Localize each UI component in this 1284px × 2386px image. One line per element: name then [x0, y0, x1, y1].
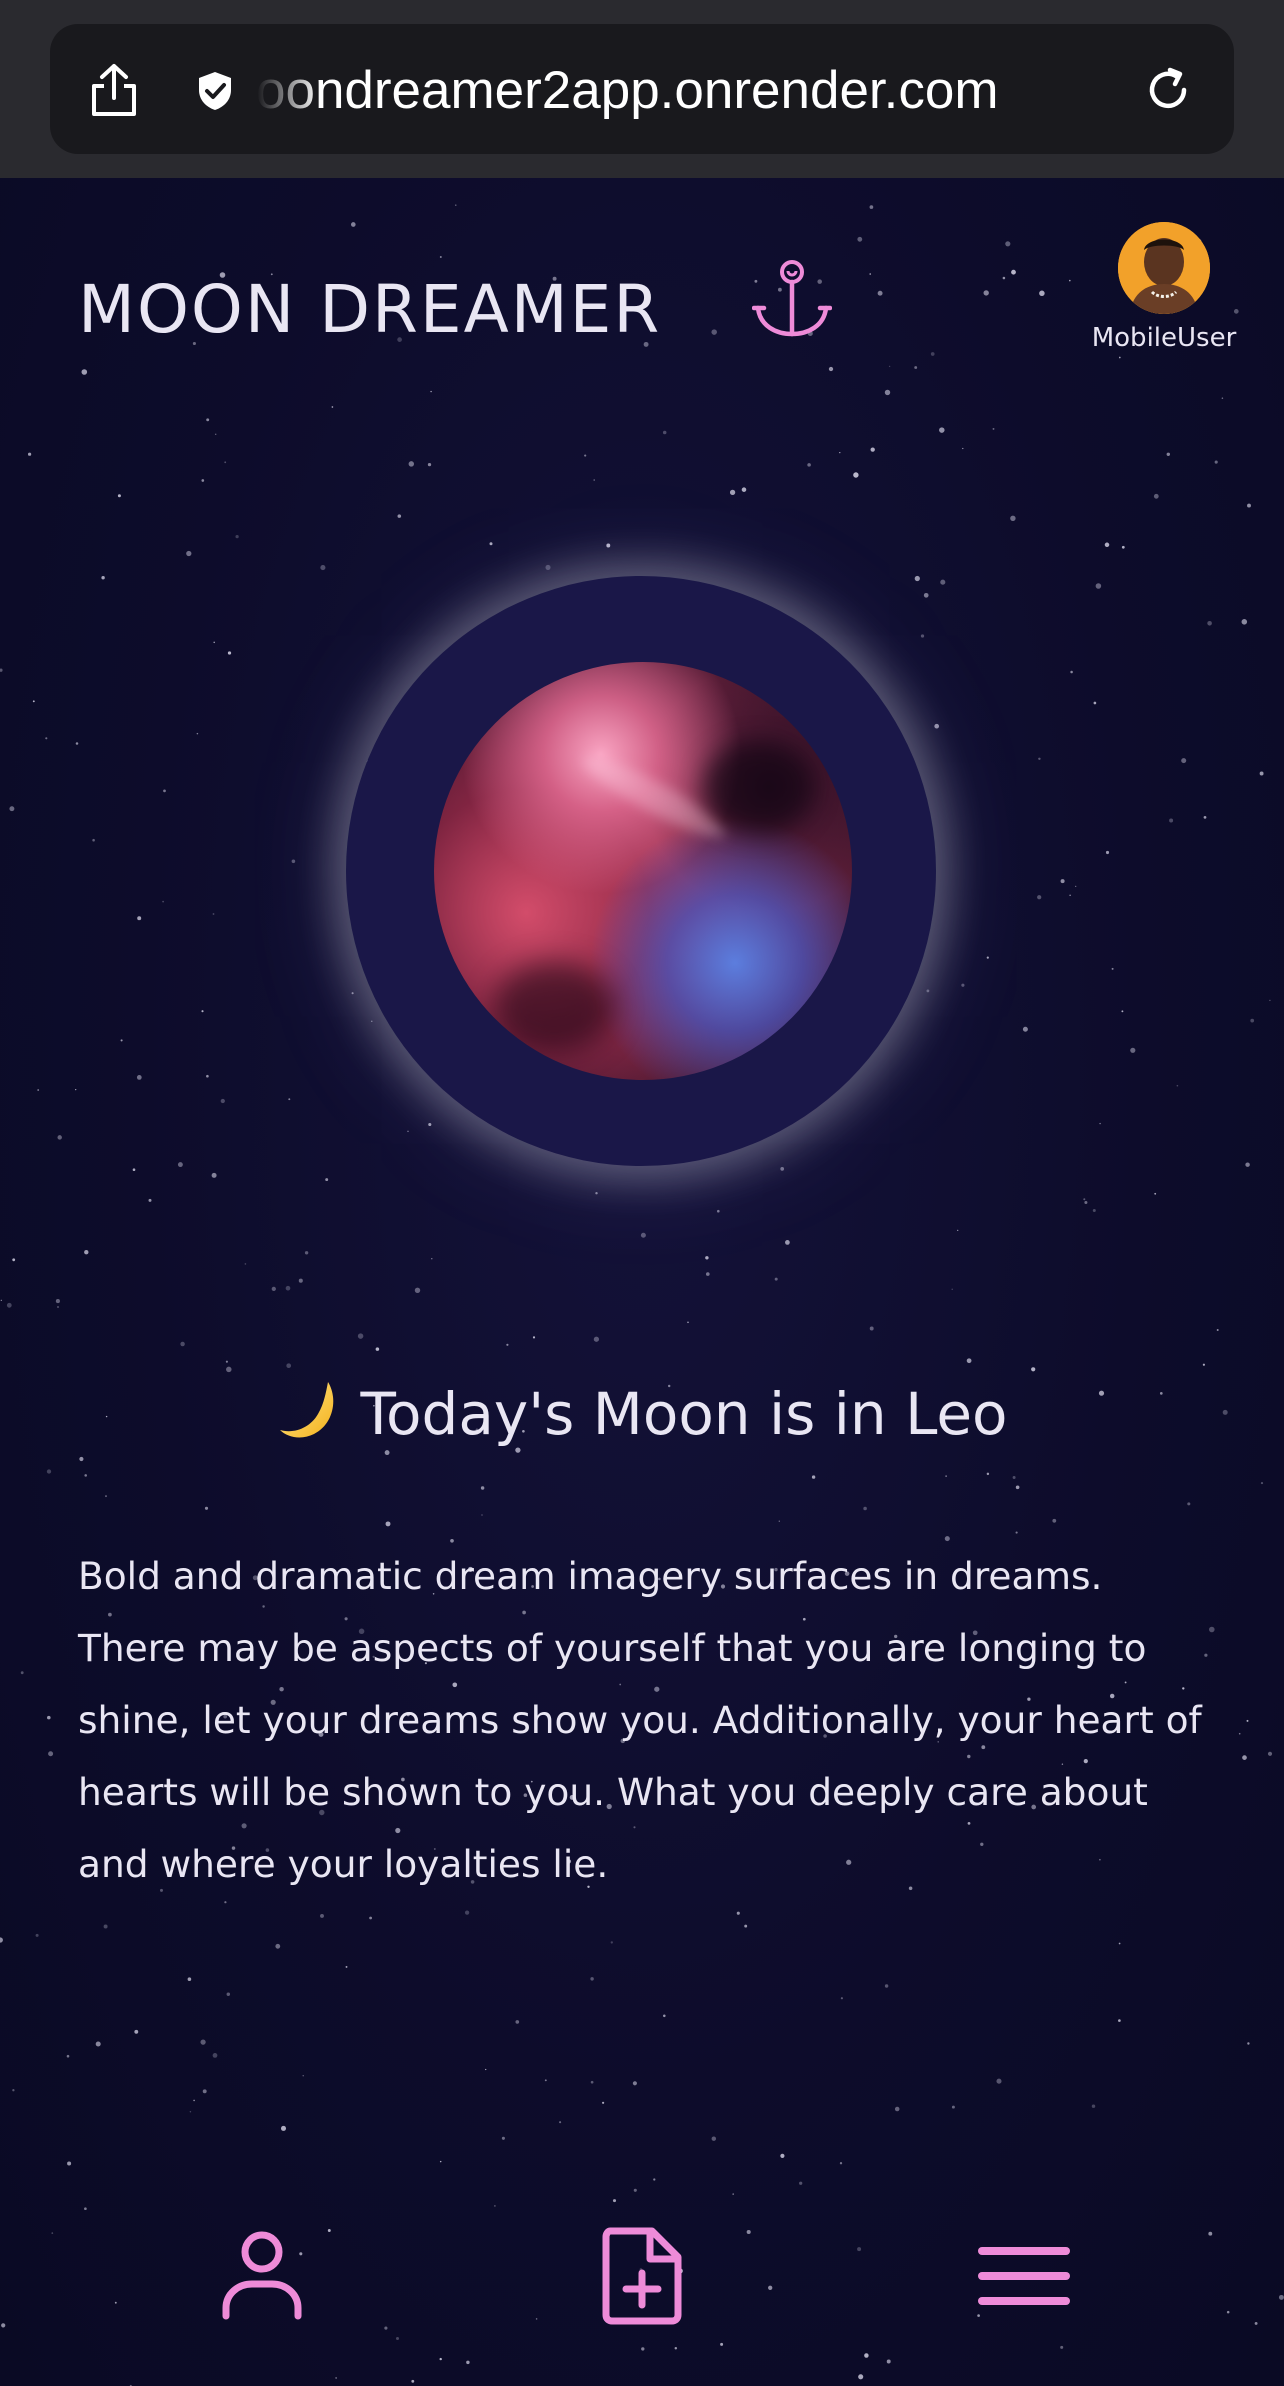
starfield-background [0, 204, 1284, 2386]
avatar[interactable] [1118, 222, 1210, 314]
moon-sign-heading: Today's Moon is in Leo [0, 1376, 1284, 1452]
new-dream-button[interactable] [562, 2196, 722, 2356]
anchor-icon [752, 260, 832, 337]
browser-toolbar: oondreamer2app.onrender.com [0, 0, 1284, 178]
bottom-navigation [0, 2196, 1284, 2386]
profile-button[interactable] [182, 2196, 342, 2356]
app-title[interactable]: MOON DREAMER [78, 270, 661, 350]
moon-nebula-image [434, 662, 852, 1080]
avatar-portrait [1118, 222, 1210, 314]
user-icon [222, 2231, 302, 2320]
moon-sign-description: Bold and dramatic dream imagery surfaces… [78, 1554, 1202, 1886]
reload-icon[interactable] [1142, 64, 1194, 116]
username-label: MobileUser [1091, 323, 1237, 353]
url-fade [250, 56, 320, 126]
app-screen: MOON DREAMER MobileUser Today's Moon is … [0, 178, 1284, 2386]
moon-sign-heading-text: Today's Moon is in Leo [360, 1380, 1008, 1448]
crescent-moon-icon [280, 1382, 334, 1438]
shield-icon [199, 72, 231, 110]
menu-icon [978, 2247, 1070, 2305]
url-text[interactable]: oondreamer2app.onrender.com [256, 56, 1096, 126]
menu-button[interactable] [944, 2196, 1104, 2356]
new-dream-icon [602, 2227, 682, 2325]
share-icon[interactable] [88, 62, 140, 118]
